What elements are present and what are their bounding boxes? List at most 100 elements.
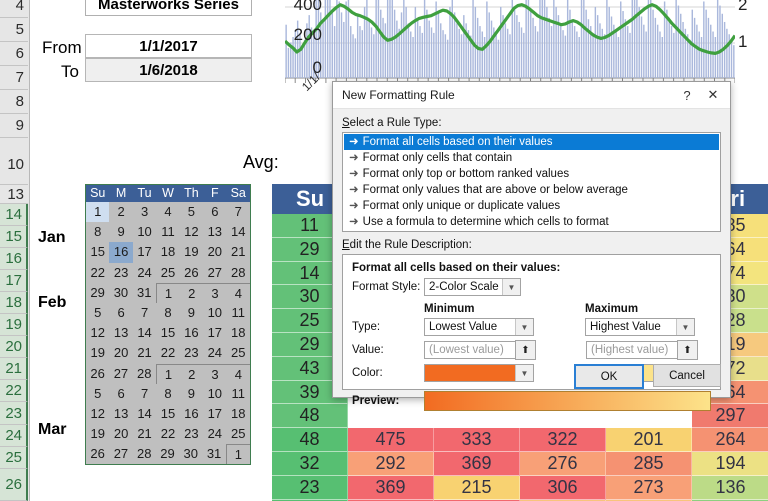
calendar-day-14[interactable]: 14 bbox=[133, 323, 156, 343]
row-header-20[interactable]: 20 bbox=[0, 336, 28, 358]
calendar-day-7[interactable]: 7 bbox=[133, 384, 156, 404]
data-cell-r10-c1[interactable]: 292 bbox=[348, 451, 434, 476]
calendar-day-4[interactable]: 4 bbox=[226, 282, 250, 303]
rule-type-option-3[interactable]: ➜ Format only values that are above or be… bbox=[344, 182, 719, 198]
minimum-color-picker[interactable]: ▼ bbox=[424, 364, 534, 382]
data-cell-r8-c0[interactable]: 48 bbox=[272, 404, 348, 429]
row-header-22[interactable]: 22 bbox=[0, 380, 28, 402]
calendar-day-27[interactable]: 27 bbox=[109, 444, 132, 464]
maximum-range-collector-button[interactable]: ⬆ bbox=[677, 340, 698, 360]
data-cell-r10-c5[interactable]: 194 bbox=[692, 451, 768, 476]
calendar-day-30[interactable]: 30 bbox=[179, 444, 202, 464]
calendar-day-6[interactable]: 6 bbox=[203, 202, 226, 222]
calendar-day-16[interactable]: 16 bbox=[180, 323, 203, 343]
calendar-day-24[interactable]: 24 bbox=[133, 263, 156, 283]
calendar-day-5[interactable]: 5 bbox=[180, 202, 203, 222]
calendar-day-10[interactable]: 10 bbox=[203, 384, 226, 404]
calendar-day-21[interactable]: 21 bbox=[227, 242, 250, 262]
data-cell-r10-c4[interactable]: 285 bbox=[606, 451, 692, 476]
calendar-day-12[interactable]: 12 bbox=[86, 323, 109, 343]
calendar-day-1[interactable]: 1 bbox=[225, 444, 250, 465]
data-cell-r9-c3[interactable]: 322 bbox=[520, 428, 606, 452]
calendar-day-9[interactable]: 9 bbox=[180, 384, 203, 404]
minimum-type-select[interactable]: Lowest Value ▼ bbox=[424, 318, 534, 336]
calendar-day-17[interactable]: 17 bbox=[203, 404, 226, 424]
calendar-day-13[interactable]: 13 bbox=[109, 323, 132, 343]
data-cell-r11-c5[interactable]: 136 bbox=[692, 475, 768, 500]
row-header-19[interactable]: 19 bbox=[0, 314, 28, 336]
data-cell-r11-c1[interactable]: 369 bbox=[348, 475, 434, 500]
minimum-range-collector-button[interactable]: ⬆ bbox=[515, 340, 536, 360]
row-header-17[interactable]: 17 bbox=[0, 270, 28, 292]
data-cell-r11-c2[interactable]: 215 bbox=[434, 475, 520, 500]
chevron-down-icon[interactable]: ▼ bbox=[515, 365, 533, 381]
rule-type-list[interactable]: ➜ Format all cells based on their values ➜… bbox=[342, 132, 721, 232]
calendar-day-10[interactable]: 10 bbox=[203, 303, 226, 323]
calendar-day-21[interactable]: 21 bbox=[133, 424, 156, 444]
row-header-8[interactable]: 8 bbox=[0, 90, 28, 114]
calendar-day-23[interactable]: 23 bbox=[109, 263, 132, 283]
calendar-day-18[interactable]: 18 bbox=[227, 323, 250, 343]
calendar-day-1[interactable]: 1 bbox=[86, 202, 110, 223]
calendar-day-15[interactable]: 15 bbox=[156, 323, 179, 343]
calendar-day-6[interactable]: 6 bbox=[109, 384, 132, 404]
calendar-day-20[interactable]: 20 bbox=[203, 242, 226, 262]
row-header-13[interactable]: 13 bbox=[0, 186, 28, 204]
cancel-button[interactable]: Cancel bbox=[653, 364, 721, 387]
format-style-select[interactable]: 2-Color Scale ▼ bbox=[424, 278, 521, 296]
calendar-day-3[interactable]: 3 bbox=[203, 363, 227, 384]
calendar-day-21[interactable]: 21 bbox=[133, 343, 156, 363]
calendar-day-24[interactable]: 24 bbox=[203, 343, 226, 363]
calendar-day-12[interactable]: 12 bbox=[86, 404, 109, 424]
calendar-day-2[interactable]: 2 bbox=[109, 202, 132, 222]
calendar-day-26[interactable]: 26 bbox=[86, 364, 109, 384]
calendar-day-28[interactable]: 28 bbox=[133, 444, 156, 464]
row-header-9[interactable]: 9 bbox=[0, 114, 28, 138]
calendar-day-13[interactable]: 13 bbox=[109, 404, 132, 424]
data-cell-r11-c3[interactable]: 306 bbox=[520, 475, 606, 500]
row-header-16[interactable]: 16 bbox=[0, 248, 28, 270]
calendar-day-12[interactable]: 12 bbox=[180, 222, 203, 242]
calendar-day-7[interactable]: 7 bbox=[227, 202, 250, 222]
row-header-21[interactable]: 21 bbox=[0, 358, 28, 380]
data-cell-r11-c0[interactable]: 23 bbox=[272, 475, 348, 500]
calendar-day-28[interactable]: 28 bbox=[227, 263, 250, 283]
row-header-4[interactable]: 4 bbox=[0, 0, 28, 18]
row-header-18[interactable]: 18 bbox=[0, 292, 28, 314]
calendar-day-15[interactable]: 15 bbox=[156, 404, 179, 424]
row-header-24[interactable]: 24 bbox=[0, 425, 28, 447]
row-header-6[interactable]: 6 bbox=[0, 42, 28, 66]
data-cell-r10-c2[interactable]: 369 bbox=[434, 451, 520, 476]
data-cell-r10-c0[interactable]: 32 bbox=[272, 451, 348, 476]
row-header-26[interactable]: 26 bbox=[0, 469, 28, 501]
calendar-day-11[interactable]: 11 bbox=[227, 303, 250, 323]
calendar-day-2[interactable]: 2 bbox=[180, 282, 204, 303]
row-header-15[interactable]: 15 bbox=[0, 226, 28, 248]
to-value-cell[interactable]: 1/6/2018 bbox=[85, 58, 252, 82]
rule-type-option-2[interactable]: ➜ Format only top or bottom ranked values bbox=[344, 166, 719, 182]
calendar-day-4[interactable]: 4 bbox=[156, 202, 179, 222]
calendar-day-2[interactable]: 2 bbox=[180, 363, 204, 384]
calendar-day-16[interactable]: 16 bbox=[180, 404, 203, 424]
calendar-day-10[interactable]: 10 bbox=[133, 222, 156, 242]
calendar-day-19[interactable]: 19 bbox=[86, 343, 109, 363]
calendar-day-5[interactable]: 5 bbox=[86, 303, 109, 323]
rule-type-option-1[interactable]: ➜ Format only cells that contain bbox=[344, 150, 719, 166]
calendar-day-22[interactable]: 22 bbox=[86, 263, 109, 283]
calendar-day-30[interactable]: 30 bbox=[109, 283, 132, 303]
calendar-day-1[interactable]: 1 bbox=[155, 363, 181, 384]
calendar-picker[interactable]: Su M Tu W Th F Sa 1 2 3 4 5 6 7 8 9 10 11 12 13 14 15 16 17 18 1… bbox=[85, 184, 251, 466]
rule-type-option-0[interactable]: ➜ Format all cells based on their values bbox=[344, 134, 719, 150]
data-cell-r9-c0[interactable]: 48 bbox=[272, 428, 348, 452]
calendar-day-3[interactable]: 3 bbox=[133, 202, 156, 222]
calendar-day-25[interactable]: 25 bbox=[227, 424, 250, 444]
calendar-day-3[interactable]: 3 bbox=[203, 282, 227, 303]
table-row[interactable]: 32 292 369 276 285 194 bbox=[272, 451, 768, 476]
calendar-day-14[interactable]: 14 bbox=[133, 404, 156, 424]
calendar-day-31[interactable]: 31 bbox=[133, 283, 156, 303]
calendar-day-9[interactable]: 9 bbox=[109, 222, 132, 242]
data-cell-r9-c1[interactable]: 475 bbox=[348, 428, 434, 452]
row-header-5[interactable]: 5 bbox=[0, 18, 28, 42]
chevron-down-icon[interactable]: ▼ bbox=[515, 319, 533, 335]
from-value-cell[interactable]: 1/1/2017 bbox=[85, 34, 252, 58]
